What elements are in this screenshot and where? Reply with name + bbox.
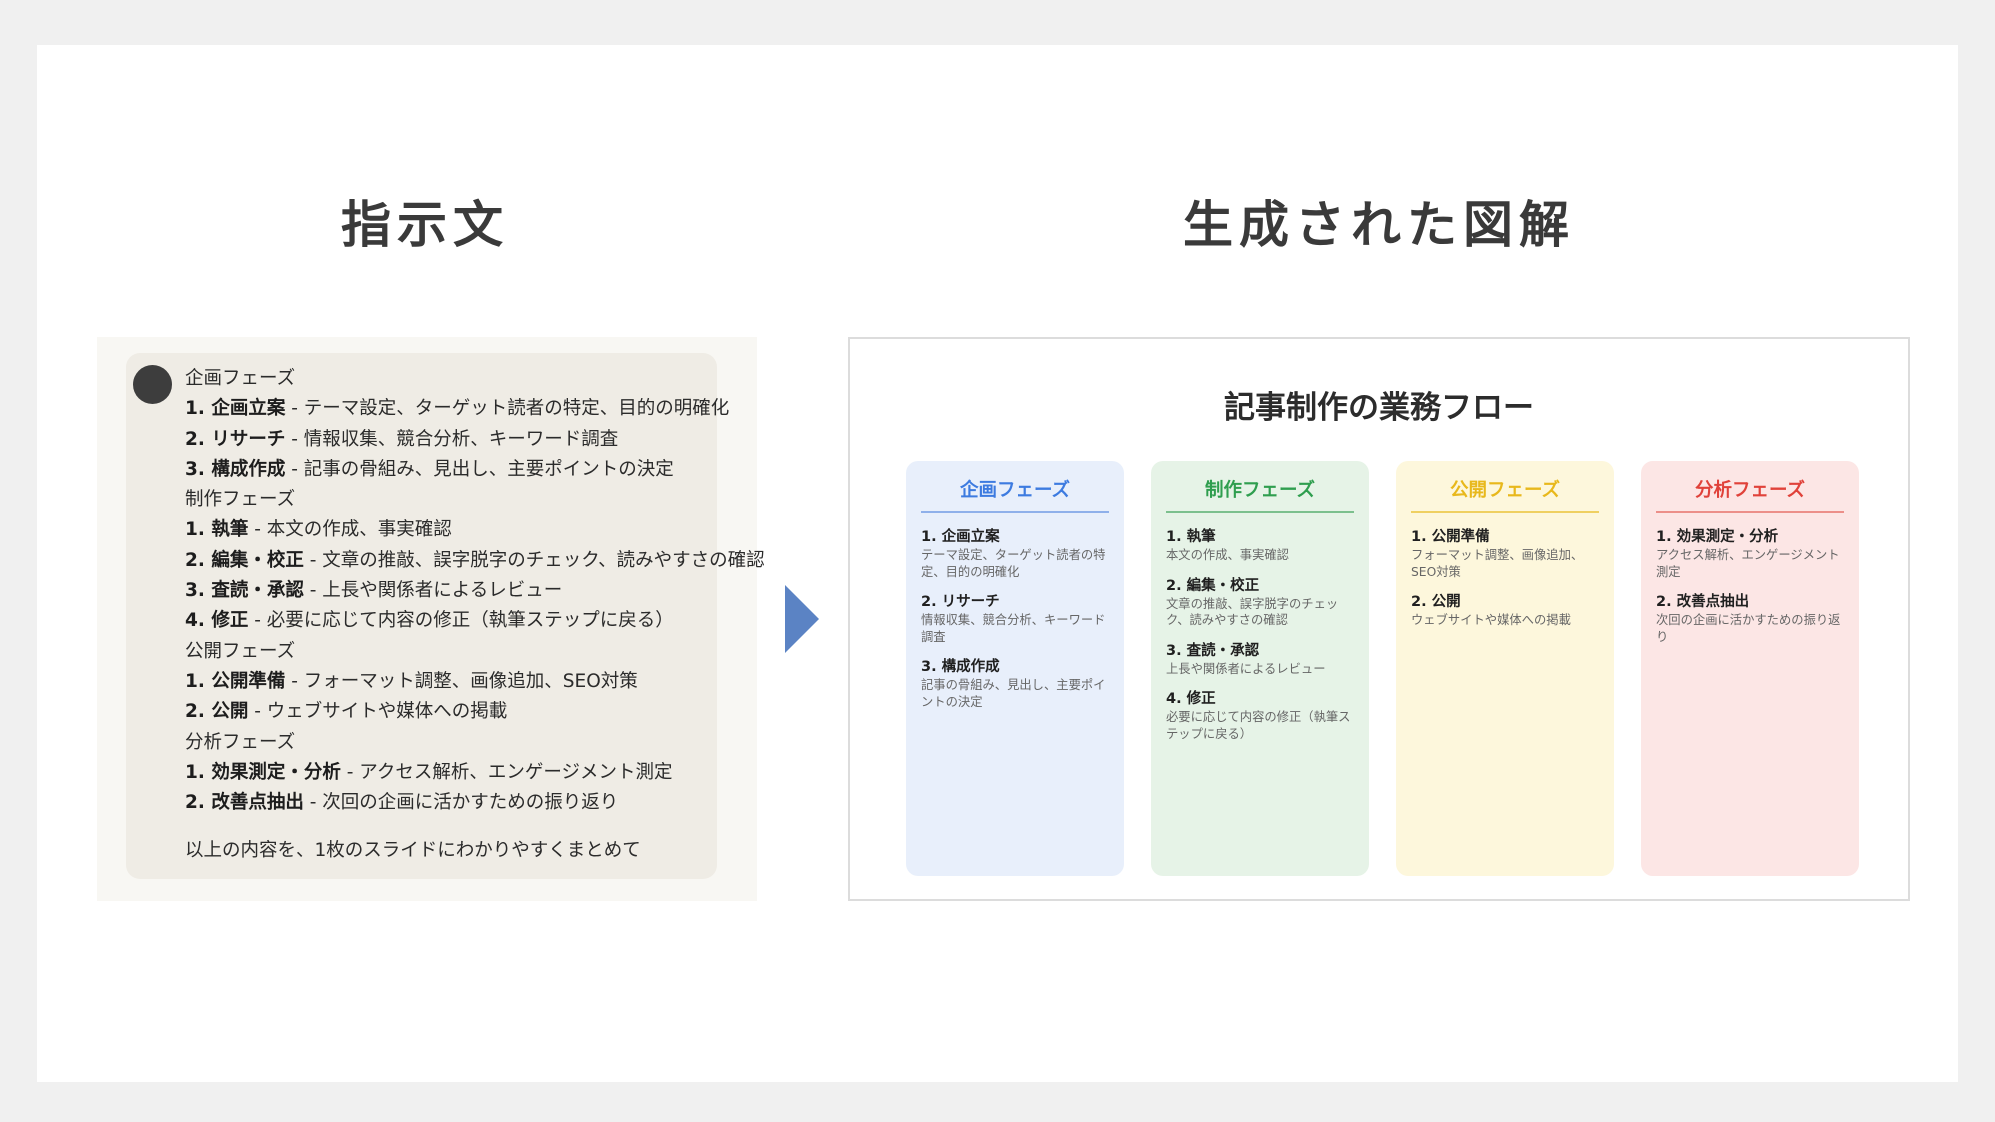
- phase-title: 制作フェーズ: [1166, 476, 1354, 513]
- step-title: 2. リサーチ: [921, 594, 1000, 610]
- phase-steps: 1. 執筆本文の作成、事実確認 2. 編集・校正文章の推敲、誤字脱字のチェック、読…: [1151, 513, 1369, 742]
- step-title: 1. 公開準備: [1411, 529, 1490, 545]
- step-title: 2. 公開: [1411, 594, 1461, 610]
- phase-column: 企画フェーズ 1. 企画立案テーマ設定、ターゲット読者の特定、目的の明確化 2. リ…: [906, 461, 1124, 876]
- prompt-line: 3. 構成作成 - 記事の骨組み、見出し、主要ポイントの決定: [185, 455, 710, 485]
- step-title: 4. 修正: [1166, 691, 1216, 707]
- prompt-line: 4. 修正 - 必要に応じて内容の修正（執筆ステップに戻る）: [185, 606, 710, 636]
- prompt-line-text: 制作フェーズ: [185, 489, 296, 511]
- phase-step: 1. 公開準備フォーマット調整、画像追加、SEO対策: [1411, 527, 1600, 580]
- prompt-line-bold: 4. 修正: [185, 610, 249, 632]
- phase-title: 企画フェーズ: [921, 476, 1109, 513]
- prompt-line-bold: 2. 公開: [185, 701, 249, 723]
- phase-step: 2. 編集・校正文章の推敲、誤字脱字のチェック、読みやすさの確認: [1166, 576, 1355, 629]
- prompt-line: 分析フェーズ: [185, 728, 710, 758]
- step-description: アクセス解析、エンゲージメント測定: [1656, 548, 1840, 579]
- generated-diagram: 記事制作の業務フロー 企画フェーズ 1. 企画立案 テーマ設定、ターゲット読者の特定…: [848, 337, 1910, 901]
- step-description: フォーマット調整、画像追加、SEO対策: [1411, 548, 1584, 579]
- prompt-line-bold: 1. 効果測定・分析: [185, 761, 341, 783]
- step-description: 必要に応じて内容の修正（執筆ステップに戻る）: [1166, 710, 1351, 741]
- user-avatar-icon: [133, 365, 172, 404]
- prompt-line-bold: 2. 編集・校正: [185, 549, 304, 571]
- prompt-line-text: - アクセス解析、エンゲージメント測定: [340, 761, 673, 783]
- prompt-line: 2. 改善点抽出 - 次回の企画に活かすための振り返り: [185, 788, 710, 818]
- prompt-line-text: - 情報収集、競合分析、キーワード調査: [285, 428, 619, 450]
- step-description: 本文の作成、事実確認: [1166, 548, 1289, 562]
- prompt-line-text: 企画フェーズ: [185, 368, 296, 389]
- phase-step: 4. 修正必要に応じて内容の修正（執筆ステップに戻る）: [1166, 689, 1355, 742]
- prompt-line-text: - 文章の推敲、誤字脱字のチェック、読みやすさの確認: [303, 549, 765, 571]
- phase-step: 2. 改善点抽出次回の企画に活かすための振り返り: [1656, 592, 1845, 645]
- prompt-line-bold: 1. 執筆: [185, 519, 249, 541]
- prompt-line: 1. 企画立案 - テーマ設定、ターゲット読者の特定、目的の明確化: [185, 394, 729, 424]
- step-description: 記事の骨組み、見出し、主要ポイントの決定: [921, 678, 1106, 709]
- phase-step: 2. 公開ウェブサイトや媒体への掲載: [1411, 592, 1600, 629]
- prompt-line: 2. リサーチ - 情報収集、競合分析、キーワード調査: [185, 425, 710, 455]
- step-description: 上長や関係者によるレビュー: [1166, 661, 1326, 676]
- step-title: 2. 編集・校正: [1166, 577, 1260, 594]
- prompt-line-text: - テーマ設定、ターゲット読者の特定、目的の明確化: [285, 398, 730, 420]
- prompt-line-text: - 必要に応じて内容の修正（執筆ステップに戻る）: [248, 610, 674, 632]
- prompt-line-text: 分析フェーズ: [185, 731, 296, 753]
- step-description: 次回の企画に活かすための振り返り: [1656, 613, 1841, 644]
- phase-steps: 1. 公開準備フォーマット調整、画像追加、SEO対策 2. 公開ウェブサイトや媒体…: [1396, 513, 1614, 629]
- step-description: ウェブサイトや媒体への掲載: [1411, 613, 1571, 627]
- chat-message-bubble: 企画フェーズ 1. 企画立案 - テーマ設定、ターゲット読者の特定、目的の明確化 2…: [126, 353, 765, 879]
- prompt-line: 1. 効果測定・分析 - アクセス解析、エンゲージメント測定: [185, 758, 710, 788]
- prompt-line: 企画フェーズ: [185, 364, 710, 394]
- arrow-right-icon: [785, 585, 819, 653]
- prompt-line-text: - 上長や関係者によるレビュー: [303, 580, 563, 602]
- phase-step: 1. 執筆本文の作成、事実確認: [1166, 527, 1355, 564]
- diagram-title: 記事制作の業務フロー: [1224, 390, 1534, 426]
- phase-title: 分析フェーズ: [1656, 476, 1844, 513]
- prompt-line: 1. 公開準備 - フォーマット調整、画像追加、SEO対策: [185, 667, 710, 697]
- step-description: 情報収集、競合分析、キーワード調査: [921, 613, 1106, 644]
- step-title: 1. 効果測定・分析: [1656, 529, 1779, 545]
- prompt-line-text: - 本文の作成、事実確認: [248, 519, 452, 541]
- prompt-line-bold: 2. 改善点抽出: [185, 792, 304, 814]
- prompt-line: 3. 査読・承認 - 上長や関係者によるレビュー: [185, 576, 710, 606]
- prompt-line: 1. 執筆 - 本文の作成、事実確認: [185, 515, 710, 545]
- prompt-line: 2. 公開 - ウェブサイトや媒体への掲載: [185, 697, 710, 727]
- diagram-heading: 生成された図解: [1183, 196, 1575, 254]
- prompt-line-bold: 1. 企画立案: [185, 398, 286, 420]
- step-title: 1. 企画立案: [921, 529, 1000, 545]
- prompt-line-bold: 3. 査読・承認: [185, 580, 304, 602]
- step-title: 3. 査読・承認: [1166, 642, 1260, 659]
- step-title: 3. 構成作成: [921, 659, 1000, 675]
- prompt-line-text: 公開フェーズ: [185, 640, 296, 662]
- prompt-line: 公開フェーズ: [185, 637, 710, 667]
- prompt-line: 制作フェーズ: [185, 485, 710, 515]
- phase-step: 1. 効果測定・分析アクセス解析、エンゲージメント測定: [1656, 527, 1845, 580]
- step-title: 2. 改善点抽出: [1656, 594, 1750, 610]
- prompt-line-text: - 次回の企画に活かすための振り返り: [303, 792, 619, 814]
- prompt-heading: 指示文: [341, 196, 509, 254]
- step-description: 文章の推敲、誤字脱字のチェック、読みやすさの確認: [1166, 596, 1339, 628]
- phase-step: 3. 査読・承認上長や関係者によるレビュー: [1166, 641, 1355, 678]
- prompt-footer: 以上の内容を、1枚のスライドにわかりやすくまとめて: [185, 840, 641, 861]
- prompt-line-bold: 1. 公開準備: [185, 670, 286, 692]
- phase-step: 2. リサーチ情報収集、競合分析、キーワード調査: [921, 592, 1110, 645]
- phase-title: 公開フェーズ: [1411, 476, 1599, 513]
- prompt-line-text: - 記事の骨組み、見出し、主要ポイントの決定: [285, 458, 674, 480]
- phase-steps: 1. 効果測定・分析アクセス解析、エンゲージメント測定 2. 改善点抽出次回の企画…: [1641, 513, 1859, 645]
- prompt-line-bold: 3. 構成作成: [185, 458, 286, 480]
- phase-steps: 1. 企画立案テーマ設定、ターゲット読者の特定、目的の明確化 2. リサーチ情報収…: [906, 513, 1124, 710]
- prompt-text: 企画フェーズ 1. 企画立案 - テーマ設定、ターゲット読者の特定、目的の明確化 2…: [185, 364, 765, 818]
- prompt-line: 2. 編集・校正 - 文章の推敲、誤字脱字のチェック、読みやすさの確認: [185, 546, 765, 576]
- prompt-line-text: - フォーマット調整、画像追加、SEO対策: [285, 670, 638, 692]
- phase-column: 制作フェーズ 1. 執筆本文の作成、事実確認 2. 編集・校正文章の推敲、誤字脱字の…: [1151, 461, 1369, 876]
- phase-step: 3. 構成作成記事の骨組み、見出し、主要ポイントの決定: [921, 657, 1110, 710]
- step-description: テーマ設定、ターゲット読者の特定、目的の明確化: [921, 548, 1106, 579]
- prompt-panel: 企画フェーズ 1. 企画立案 - テーマ設定、ターゲット読者の特定、目的の明確化 2…: [97, 337, 765, 901]
- phase-column: 分析フェーズ 1. 効果測定・分析アクセス解析、エンゲージメント測定 2. 改善点抽…: [1641, 461, 1859, 876]
- prompt-line-bold: 2. リサーチ: [185, 428, 286, 450]
- phase-column: 公開フェーズ 1. 公開準備フォーマット調整、画像追加、SEO対策 2. 公開ウェブ…: [1396, 461, 1614, 876]
- phase-step: 1. 企画立案テーマ設定、ターゲット読者の特定、目的の明確化: [921, 527, 1110, 580]
- step-title: 1. 執筆: [1166, 529, 1216, 545]
- prompt-line-text: - ウェブサイトや媒体への掲載: [248, 701, 508, 723]
